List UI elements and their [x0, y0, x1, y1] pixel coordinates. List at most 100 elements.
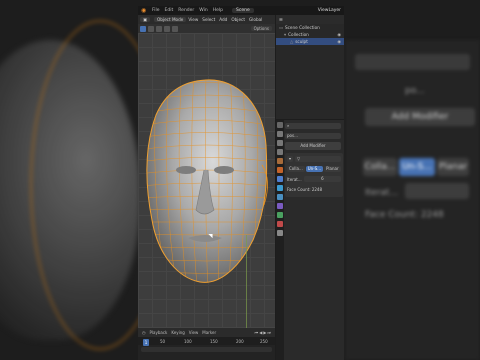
- outliner-panel: ☰ ▭ Scene Collection ▾ Collection ◉ △ sc…: [276, 15, 344, 119]
- menu-view[interactable]: View: [188, 17, 198, 22]
- menu-object[interactable]: Object: [231, 17, 245, 22]
- texture-tab-icon[interactable]: [277, 230, 283, 236]
- timeline-ruler[interactable]: 1 50 100 150 200 250: [138, 337, 275, 346]
- output-tab-icon[interactable]: [277, 140, 283, 146]
- tick-label: 150: [210, 339, 218, 344]
- tab-collapse[interactable]: Colla...: [287, 166, 305, 172]
- scene-collection-label: Scene Collection: [284, 25, 320, 30]
- object-name-field[interactable]: pos...: [285, 133, 341, 139]
- collection-icon: ▭: [279, 25, 283, 30]
- tab-unsubdiv[interactable]: Un-S...: [305, 166, 323, 172]
- select-box-icon[interactable]: [140, 25, 146, 32]
- background-row: [355, 54, 470, 70]
- 3d-viewport[interactable]: ▣ Object Mode View Select Add Object Glo…: [138, 15, 275, 345]
- render-tab-icon[interactable]: [277, 131, 283, 137]
- object-name-row: pos...: [285, 132, 343, 140]
- iterations-row: Iterat... 6: [287, 175, 341, 183]
- tick-label: 50: [160, 339, 166, 344]
- viewport-toolbar: Options: [138, 24, 275, 33]
- timeline-panel: ◷ Playback Keying View Marker ⏮◀▶⏭ 1 50 …: [138, 328, 275, 360]
- background-object-name: po...: [405, 86, 425, 96]
- menu-render[interactable]: Render: [178, 8, 194, 13]
- cursor-icon[interactable]: [148, 25, 154, 32]
- decimate-modifier-panel: ▾ ▽ Colla... Un-S... Planar Iterat... 6 …: [285, 153, 343, 197]
- background-iterations-field: [405, 183, 469, 199]
- playback-controls[interactable]: ⏮◀▶⏭: [255, 330, 272, 335]
- rotate-icon[interactable]: [164, 25, 170, 32]
- blender-logo-icon[interactable]: ◉: [141, 7, 149, 14]
- expand-arrow-icon[interactable]: ▾: [284, 32, 286, 37]
- properties-tabs: [276, 120, 284, 360]
- menu-edit[interactable]: Edit: [165, 8, 174, 13]
- right-eye: [214, 166, 234, 174]
- background-tab-unsubdiv: Un-S...: [399, 158, 435, 176]
- viewport-header: ▣ Object Mode View Select Add Object Glo…: [138, 15, 275, 24]
- view-layer-selector[interactable]: ViewLayer: [318, 8, 341, 13]
- constraints-tab-icon[interactable]: [277, 203, 283, 209]
- object-tab-icon[interactable]: [277, 167, 283, 173]
- material-tab-icon[interactable]: [277, 221, 283, 227]
- scene-collection-row[interactable]: ▭ Scene Collection: [276, 24, 344, 31]
- current-frame-indicator[interactable]: 1: [143, 339, 149, 346]
- menu-timeline-view[interactable]: View: [189, 330, 199, 335]
- properties-search-row: ⌕: [285, 122, 343, 130]
- editor-type-icon[interactable]: ▣: [140, 17, 150, 22]
- background-properties-panel: po... Add Modifier Colla... Un-S... Plan…: [345, 40, 480, 360]
- menu-keying[interactable]: Keying: [171, 330, 184, 335]
- particles-tab-icon[interactable]: [277, 185, 283, 191]
- scale-icon[interactable]: [172, 25, 178, 32]
- tick-label: 100: [184, 339, 192, 344]
- visibility-eye-icon[interactable]: ◉: [337, 32, 341, 37]
- face-count-row: Face Count: 2248: [287, 185, 341, 193]
- menu-marker[interactable]: Marker: [202, 330, 216, 335]
- tick-label: 200: [236, 339, 244, 344]
- iterations-field[interactable]: 6: [303, 176, 341, 182]
- decimate-type-row: Colla... Un-S... Planar: [287, 165, 341, 173]
- outliner-editor-icon[interactable]: ☰: [279, 17, 283, 22]
- visibility-eye-icon[interactable]: ◉: [337, 39, 341, 44]
- timeline-header: ◷ Playback Keying View Marker ⏮◀▶⏭: [138, 328, 275, 337]
- collection-label: Collection: [288, 32, 309, 37]
- left-eye: [176, 166, 196, 174]
- view-layer-tab-icon[interactable]: [277, 149, 283, 155]
- sculpt-head-mesh[interactable]: [138, 70, 275, 300]
- modifier-properties: ⌕ pos... Add Modifier ▾ ▽ Colla... Un-S.…: [285, 122, 343, 197]
- background-add-modifier: Add Modifier: [365, 108, 475, 126]
- options-dropdown[interactable]: Options: [250, 26, 272, 31]
- timeline-editor-icon[interactable]: ◷: [142, 330, 146, 335]
- mode-selector[interactable]: Object Mode: [153, 17, 187, 22]
- menu-file[interactable]: File: [152, 8, 160, 13]
- modifier-header-row: ▾ ▽: [287, 155, 341, 163]
- menu-add[interactable]: Add: [219, 17, 227, 22]
- menu-window[interactable]: Win: [199, 8, 207, 13]
- blender-window: ◉ File Edit Render Win Help Scene ViewLa…: [138, 0, 344, 360]
- object-label: sculpt: [295, 39, 308, 44]
- modifier-expand-icon[interactable]: ▾: [287, 156, 294, 162]
- timeline-scrollbar[interactable]: [141, 347, 272, 352]
- add-modifier-button[interactable]: Add Modifier: [285, 142, 341, 150]
- scene-tab-icon[interactable]: [277, 158, 283, 164]
- menu-help[interactable]: Help: [213, 8, 223, 13]
- iterations-label: Iterat...: [287, 176, 302, 182]
- tool-tab-icon[interactable]: [277, 122, 283, 128]
- background-face-count: Face Count: 2248: [365, 210, 444, 220]
- scene-selector[interactable]: Scene: [232, 8, 254, 13]
- physics-tab-icon[interactable]: [277, 194, 283, 200]
- face-count-label: Face Count: 2248: [287, 186, 322, 192]
- menu-playback[interactable]: Playback: [150, 330, 168, 335]
- background-tab-collapse: Colla...: [363, 158, 397, 176]
- top-menu-bar: ◉ File Edit Render Win Help Scene ViewLa…: [138, 6, 344, 15]
- properties-panel: ⌕ pos... Add Modifier ▾ ▽ Colla... Un-S.…: [276, 120, 344, 360]
- background-iterations-label: Iterat...: [365, 188, 399, 198]
- data-tab-icon[interactable]: [277, 212, 283, 218]
- modifier-tab-icon[interactable]: [277, 176, 283, 182]
- properties-search-input[interactable]: ⌕: [285, 123, 341, 129]
- menu-select[interactable]: Select: [202, 17, 215, 22]
- tab-planar[interactable]: Planar: [324, 166, 341, 172]
- object-row-sculpt[interactable]: △ sculpt ◉: [276, 38, 344, 45]
- move-icon[interactable]: [156, 25, 162, 32]
- modifier-name-field[interactable]: ▽: [295, 156, 341, 162]
- tick-label: 250: [260, 339, 268, 344]
- transform-orientation[interactable]: Global: [249, 17, 262, 22]
- collection-row[interactable]: ▾ Collection ◉: [276, 31, 344, 38]
